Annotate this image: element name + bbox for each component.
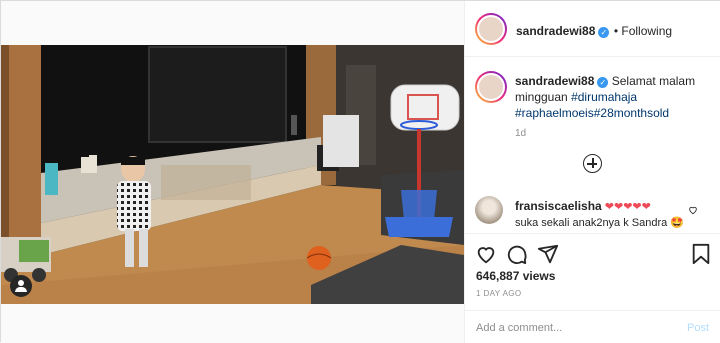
post-date: 1 DAY AGO <box>476 289 522 298</box>
user-tag-icon <box>18 280 24 286</box>
plus-circle-icon[interactable] <box>583 154 602 173</box>
header-avatar[interactable] <box>475 13 507 45</box>
header-username[interactable]: sandradewi88 <box>516 24 595 38</box>
add-comment-input[interactable]: Add a comment... <box>476 322 562 334</box>
hashtag-link[interactable]: #raphaelmoeis <box>515 106 594 120</box>
hashtag-link[interactable]: #dirumahaja <box>571 90 637 104</box>
caption-username[interactable]: sandradewi88 <box>515 74 594 88</box>
view-count[interactable]: 646,887 views <box>476 269 555 283</box>
comment-username[interactable]: fransiscaelisha <box>515 199 602 213</box>
comment-text: suka sekali anak2nya k Sandra 🤩 <box>515 217 685 229</box>
comment-avatar[interactable] <box>475 196 503 224</box>
comment-bubble-icon[interactable] <box>506 243 528 265</box>
header-user-line: sandradewi88 ✓ • Following <box>516 22 672 40</box>
media-area <box>1 1 464 343</box>
post-header: sandradewi88 ✓ • Following <box>465 1 720 57</box>
video-player[interactable] <box>1 45 464 304</box>
heart-icon[interactable] <box>475 243 497 265</box>
user-tag-icon-body <box>15 287 27 292</box>
caption-avatar[interactable] <box>475 71 507 103</box>
following-status[interactable]: • Following <box>614 24 672 38</box>
bookmark-icon[interactable] <box>691 243 711 265</box>
add-comment-bar: Add a comment... Post <box>465 310 720 343</box>
hashtag-link[interactable]: #28monthsold <box>594 106 669 120</box>
user-tag-button[interactable] <box>10 275 32 297</box>
video-frame <box>1 45 464 304</box>
verified-badge-icon: ✓ <box>597 77 609 88</box>
post-dialog: sandradewi88 ✓ • Following sandradewi88 ✓ … <box>0 0 720 343</box>
post-sidebar: sandradewi88 ✓ • Following sandradewi88 ✓ … <box>464 1 720 343</box>
paper-plane-icon[interactable] <box>537 243 559 265</box>
caption: sandradewi88 ✓ Selamat malam mingguan #di… <box>515 73 715 121</box>
small-heart-icon[interactable] <box>688 205 698 215</box>
verified-badge-icon: ✓ <box>598 27 610 38</box>
post-button[interactable]: Post <box>687 322 709 334</box>
caption-time: 1d <box>515 128 527 139</box>
comment-hearts: ❤❤❤❤❤ <box>604 201 651 213</box>
action-bar <box>465 233 720 273</box>
comment-item: fransiscaelisha ❤❤❤❤❤ suka sekali anak2n… <box>515 198 695 231</box>
